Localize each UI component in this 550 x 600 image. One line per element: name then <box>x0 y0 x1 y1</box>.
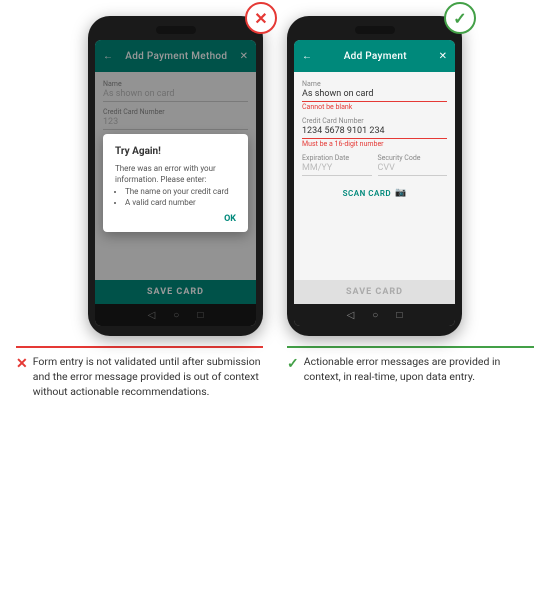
success-exp-field: Expiration Date MM/YY <box>302 154 372 176</box>
success-name-label: Name <box>302 80 447 88</box>
success-caption-text: Actionable error messages are provided i… <box>304 354 534 384</box>
error-divider <box>16 346 263 348</box>
error-phone-screen: ← Add Payment Method ✕ Name As shown on … <box>95 40 256 326</box>
success-phone-container: ✓ ← Add Payment ✕ Name As shown on card … <box>287 16 462 336</box>
success-name-error: Cannot be blank <box>302 103 447 111</box>
dialog-ok-button[interactable]: OK <box>115 214 236 224</box>
success-form-area: Name As shown on card Cannot be blank Cr… <box>294 72 455 280</box>
success-phone: ← Add Payment ✕ Name As shown on card Ca… <box>287 16 462 336</box>
success-divider <box>287 346 534 348</box>
dialog-bullet-1: The name on your credit card <box>125 186 236 197</box>
success-nav-recent-icon[interactable]: □ <box>396 310 402 321</box>
success-cvc-field: Security Code CVV <box>378 154 448 176</box>
dialog-bullet-2: A valid card number <box>125 197 236 208</box>
success-name-field: Name As shown on card Cannot be blank <box>302 80 447 111</box>
success-exp-cvc-row: Expiration Date MM/YY Security Code CVV <box>302 154 447 176</box>
success-phone-notch <box>355 26 395 34</box>
success-save-button: SAVE CARD <box>294 280 455 304</box>
success-exp-label: Expiration Date <box>302 154 372 162</box>
success-phone-screen: ← Add Payment ✕ Name As shown on card Ca… <box>294 40 455 326</box>
success-card-value[interactable]: 1234 5678 9101 234 <box>302 126 447 139</box>
success-nav-home-icon[interactable]: ○ <box>372 310 378 321</box>
success-badge: ✓ <box>444 2 476 34</box>
scan-card-row[interactable]: SCAN CARD 📷 <box>302 182 447 204</box>
captions-row: ✕ Form entry is not validated until afte… <box>16 346 534 400</box>
dialog-bullets: The name on your credit card A valid car… <box>125 186 236 208</box>
success-badge-icon: ✓ <box>453 9 466 28</box>
success-cvc-value[interactable]: CVV <box>378 163 448 176</box>
success-caption: ✓ Actionable error messages are provided… <box>287 346 534 400</box>
success-cvc-label: Security Code <box>378 154 448 162</box>
error-phone-container: ✕ ← Add Payment Method ✕ Name As shown o… <box>88 16 263 336</box>
success-card-field: Credit Card Number 1234 5678 9101 234 Mu… <box>302 117 447 148</box>
phone-notch <box>156 26 196 34</box>
success-header-title: Add Payment <box>312 51 439 62</box>
error-phone: ← Add Payment Method ✕ Name As shown on … <box>88 16 263 336</box>
success-card-error: Must be a 16-digit number <box>302 140 447 148</box>
success-card-label: Credit Card Number <box>302 117 447 125</box>
success-app-header: ← Add Payment ✕ <box>294 40 455 72</box>
success-name-value[interactable]: As shown on card <box>302 89 447 102</box>
error-caption: ✕ Form entry is not validated until afte… <box>16 346 263 400</box>
error-badge: ✕ <box>245 2 277 34</box>
error-caption-icon: ✕ <box>16 355 28 375</box>
phones-comparison: ✕ ← Add Payment Method ✕ Name As shown o… <box>16 16 534 336</box>
error-badge-icon: ✕ <box>254 9 267 28</box>
success-caption-icon: ✓ <box>287 355 299 375</box>
dialog-overlay: Try Again! There was an error with your … <box>95 40 256 326</box>
success-back-icon[interactable]: ← <box>302 51 312 62</box>
error-caption-text: Form entry is not validated until after … <box>33 354 263 400</box>
success-nav-back-icon[interactable]: ◁ <box>347 310 355 321</box>
scan-card-text: SCAN CARD <box>343 189 391 198</box>
dialog-body: There was an error with your information… <box>115 163 236 208</box>
try-again-dialog: Try Again! There was an error with your … <box>103 134 248 232</box>
success-nav-bar: ◁ ○ □ <box>294 304 455 326</box>
success-close-icon[interactable]: ✕ <box>439 51 447 62</box>
camera-icon: 📷 <box>395 188 406 198</box>
dialog-title: Try Again! <box>115 146 236 157</box>
success-exp-value[interactable]: MM/YY <box>302 163 372 176</box>
dialog-body-text: There was an error with your information… <box>115 164 216 184</box>
